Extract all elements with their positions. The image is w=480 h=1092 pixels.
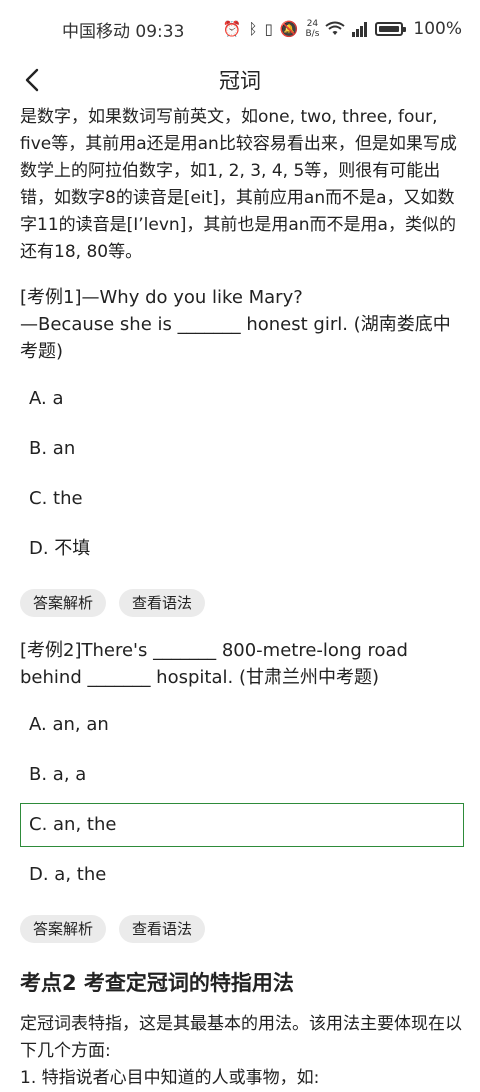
example-1-option-d[interactable]: D. 不填 xyxy=(20,527,464,571)
net-speed: 24 B/s xyxy=(305,19,319,39)
example-1-option-a[interactable]: A. a xyxy=(20,377,464,421)
battery-level: 100% xyxy=(413,19,462,39)
header: 冠词 xyxy=(0,58,480,102)
section-paragraph: 定冠词表特指，这是其最基本的用法。该用法主要体现在以下几个方面: xyxy=(20,1014,462,1061)
example-1-option-c[interactable]: C. the xyxy=(20,477,464,521)
battery-icon xyxy=(375,22,407,36)
section-heading: 考点2 考查定冠词的特指用法 xyxy=(20,971,294,995)
signal-icon xyxy=(352,22,368,37)
example-1-answer-button[interactable]: 答案解析 xyxy=(20,589,107,617)
back-button[interactable] xyxy=(14,62,50,98)
mute-icon: 🔕 xyxy=(279,20,300,38)
alarm-icon: ⏰ xyxy=(222,20,243,38)
example-2-question: [考例2]There's _______ 800-metre-long road… xyxy=(20,640,408,688)
example-1-option-b[interactable]: B. an xyxy=(20,427,464,471)
example-1-grammar-button[interactable]: 查看语法 xyxy=(119,589,206,617)
wifi-icon xyxy=(325,21,346,35)
carrier-time: 中国移动 09:33 xyxy=(62,21,185,42)
intro-paragraph: 是数字，如果数词写前英文，如one, two, three, four, fiv… xyxy=(20,107,457,262)
example-2-option-c[interactable]: C. an, the xyxy=(20,803,464,847)
example-2-answer-button[interactable]: 答案解析 xyxy=(20,915,107,943)
example-1-question-line2: —Because she is _______ honest girl. (湖南… xyxy=(20,314,451,362)
bluetooth-icon: ᛒ xyxy=(248,20,259,38)
example-1-question: [考例1]—Why do you like Mary? —Because she… xyxy=(20,284,464,365)
article-content: 是数字，如果数词写前英文，如one, two, three, four, fiv… xyxy=(20,104,464,1092)
back-arrow-icon xyxy=(25,68,39,92)
status-bar: 中国移动 09:33 ⏰ ᛒ ▯ 🔕 24 B/s 100% xyxy=(0,0,480,58)
example-2-actions: 答案解析 查看语法 xyxy=(20,915,464,943)
section-cut-line: 1. 特指说者心目中知道的人或事物，如: xyxy=(20,1068,320,1088)
status-icons-group: ⏰ ᛒ ▯ 🔕 24 B/s 100% xyxy=(223,19,462,39)
example-2-option-b[interactable]: B. a, a xyxy=(20,753,464,797)
example-2-option-d[interactable]: D. a, the xyxy=(20,853,464,897)
page-title: 冠词 xyxy=(219,69,261,93)
vibrate-icon: ▯ xyxy=(264,20,274,38)
example-2-option-a[interactable]: A. an, an xyxy=(20,703,464,747)
example-2-grammar-button[interactable]: 查看语法 xyxy=(119,915,206,943)
example-1-question-line1: [考例1]—Why do you like Mary? xyxy=(20,287,303,308)
example-1-actions: 答案解析 查看语法 xyxy=(20,589,464,617)
net-speed-value: 24 xyxy=(306,19,319,29)
net-speed-unit: B/s xyxy=(305,29,320,39)
